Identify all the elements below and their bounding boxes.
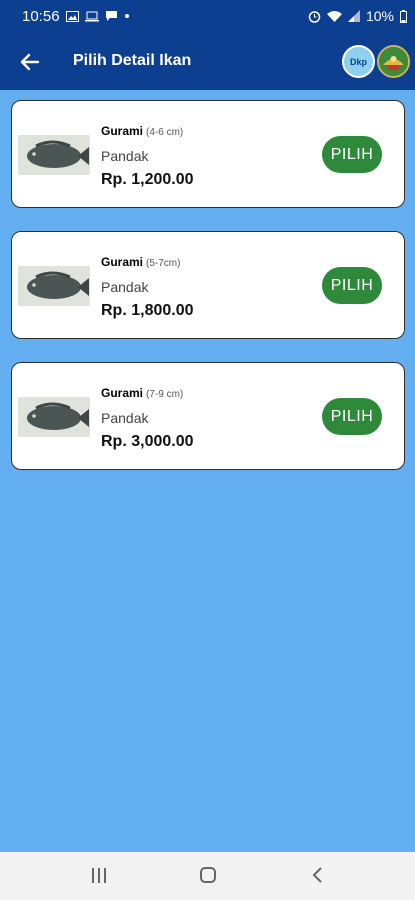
status-time: 10:56	[22, 8, 60, 25]
fish-card: Gurami (4-6 cm) Pandak Rp. 1,200.00 PILIH	[11, 100, 405, 208]
fish-title: Gurami (4-6 cm)	[101, 124, 183, 138]
system-nav-bar	[0, 852, 415, 900]
pilih-button[interactable]: PILIH	[322, 267, 382, 304]
fish-name: Gurami	[101, 386, 144, 400]
fish-image	[18, 135, 90, 175]
message-icon	[106, 11, 117, 21]
fish-origin: Pandak	[101, 410, 149, 426]
regency-emblem-logo	[377, 45, 410, 78]
fish-size: (4-6 cm)	[146, 127, 184, 138]
fish-card: Gurami (7-9 cm) Pandak Rp. 3,000.00 PILIH	[11, 362, 405, 470]
wifi-icon	[326, 11, 342, 22]
signal-icon	[347, 10, 360, 22]
fish-name: Gurami	[101, 124, 144, 138]
fish-price: Rp. 1,200.00	[101, 171, 194, 188]
dot-icon	[125, 14, 129, 18]
fish-price: Rp. 1,800.00	[101, 302, 194, 319]
back-button[interactable]	[16, 48, 44, 76]
fish-price: Rp. 3,000.00	[101, 433, 194, 450]
recent-apps-icon[interactable]	[92, 868, 108, 884]
pilih-button[interactable]: PILIH	[322, 398, 382, 435]
dkp-logo-text: Dkp	[349, 56, 367, 67]
pilih-button[interactable]: PILIH	[322, 136, 382, 173]
laptop-icon	[85, 11, 99, 21]
app-bar: Pilih Detail Ikan Dkp	[0, 34, 415, 90]
home-icon[interactable]	[200, 867, 216, 883]
fish-size: (5-7cm)	[146, 258, 181, 269]
fish-origin: Pandak	[101, 279, 149, 295]
page-title: Pilih Detail Ikan	[73, 52, 192, 69]
dkp-logo: Dkp	[342, 45, 375, 78]
system-icons: 10%	[308, 8, 407, 24]
fish-title: Gurami (5-7cm)	[101, 255, 180, 269]
battery-level: 10%	[365, 8, 394, 24]
fish-origin: Pandak	[101, 148, 149, 164]
arrow-left-icon	[20, 53, 40, 71]
fish-name: Gurami	[101, 255, 144, 269]
alarm-icon	[308, 10, 321, 23]
notification-icons	[66, 10, 130, 22]
status-bar: 10:56 10%	[0, 0, 415, 34]
fish-title: Gurami (7-9 cm)	[101, 386, 183, 400]
nav-back-icon[interactable]	[308, 864, 328, 886]
fish-size: (7-9 cm)	[146, 389, 184, 400]
fish-image	[18, 266, 90, 306]
battery-icon	[400, 9, 407, 23]
image-icon	[66, 10, 79, 22]
fish-card: Gurami (5-7cm) Pandak Rp. 1,800.00 PILIH	[11, 231, 405, 339]
fish-image	[18, 397, 90, 437]
